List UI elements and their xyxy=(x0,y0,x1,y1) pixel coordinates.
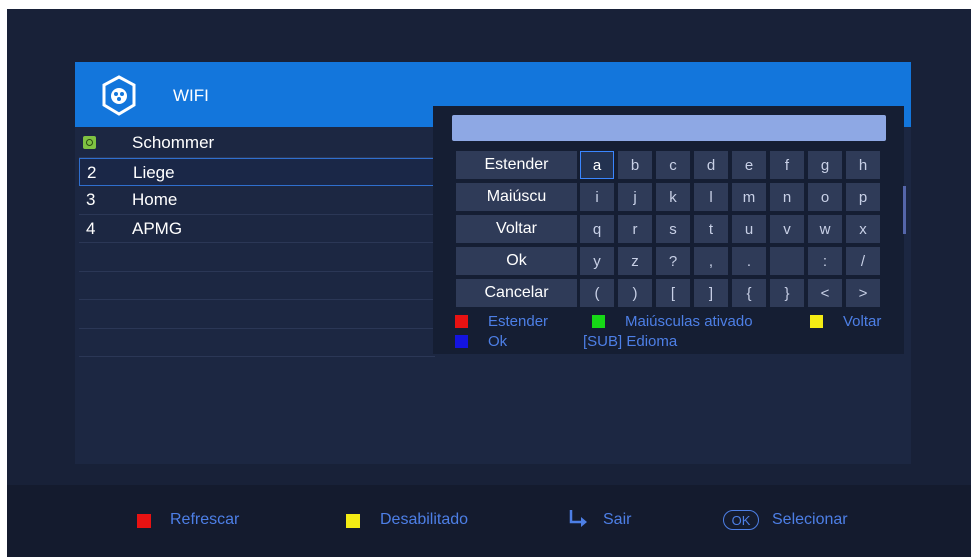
keyboard-key[interactable]: d xyxy=(694,151,728,179)
panel-title: WIFI xyxy=(173,86,209,105)
keyboard-key[interactable]: r xyxy=(618,215,652,243)
keyboard-key[interactable]: t xyxy=(694,215,728,243)
select-label[interactable]: Selecionar xyxy=(772,511,848,529)
keyboard-key[interactable]: q xyxy=(580,215,614,243)
keyboard-key[interactable]: : xyxy=(808,247,842,275)
yellow-key-icon xyxy=(810,315,823,328)
keyboard-action-button[interactable]: Estender xyxy=(456,151,577,179)
network-list: Schommer 2 Liege 3 Home 4 APMG xyxy=(79,129,435,357)
keyboard-key[interactable]: / xyxy=(846,247,880,275)
keyboard-key[interactable]: u xyxy=(732,215,766,243)
keyboard-key[interactable]: y xyxy=(580,247,614,275)
legend-red-label: Estender xyxy=(488,313,549,330)
keyboard-key[interactable]: s xyxy=(656,215,690,243)
keyboard-key[interactable]: [ xyxy=(656,279,690,307)
keyboard-key[interactable]: } xyxy=(770,279,804,307)
keyboard-action-button[interactable]: Maiúscu xyxy=(456,183,577,211)
keyboard-key[interactable]: ] xyxy=(694,279,728,307)
empty-network-row xyxy=(79,329,435,357)
keyboard-key[interactable]: { xyxy=(732,279,766,307)
keyboard-key[interactable]: j xyxy=(618,183,652,211)
legend-green-label: Maiúsculas ativado xyxy=(625,313,753,330)
keyboard-key[interactable]: f xyxy=(770,151,804,179)
keyboard-key[interactable]: b xyxy=(618,151,652,179)
network-name: Liege xyxy=(133,162,175,182)
keyboard-text-input[interactable] xyxy=(452,115,886,141)
legend-blue-label: Ok xyxy=(488,333,508,350)
keyboard-key[interactable]: a xyxy=(580,151,614,179)
wifi-app-logo-icon xyxy=(102,75,136,116)
keyboard-action-button[interactable]: Voltar xyxy=(456,215,577,243)
keyboard-key[interactable]: e xyxy=(732,151,766,179)
network-name: Schommer xyxy=(132,133,215,152)
network-name: APMG xyxy=(132,218,183,238)
network-row[interactable]: Schommer xyxy=(79,129,435,158)
keyboard-key[interactable]: i xyxy=(580,183,614,211)
keyboard-key[interactable]: o xyxy=(808,183,842,211)
legend-sub-label: [SUB] Edioma xyxy=(583,333,678,350)
red-key-icon xyxy=(455,315,468,328)
keyboard-key[interactable]: l xyxy=(694,183,728,211)
exit-arrow-icon xyxy=(569,510,587,527)
red-key-icon xyxy=(137,514,151,528)
keyboard-key[interactable]: m xyxy=(732,183,766,211)
refresh-label[interactable]: Refrescar xyxy=(170,511,239,529)
network-name: Home xyxy=(132,190,178,209)
keyboard-key[interactable]: ( xyxy=(580,279,614,307)
legend-yellow-label: Voltar xyxy=(843,313,882,330)
keyboard-scrollbar[interactable] xyxy=(903,186,906,234)
network-row[interactable]: 4 APMG xyxy=(79,215,435,243)
keyboard-key[interactable]: < xyxy=(808,279,842,307)
keyboard-key[interactable]: p xyxy=(846,183,880,211)
keyboard-key[interactable]: v xyxy=(770,215,804,243)
green-key-icon xyxy=(592,315,605,328)
yellow-key-icon xyxy=(346,514,360,528)
keyboard-action-button[interactable]: Ok xyxy=(456,247,577,275)
keyboard-key[interactable]: k xyxy=(656,183,690,211)
keyboard-key[interactable]: w xyxy=(808,215,842,243)
keyboard-key[interactable]: g xyxy=(808,151,842,179)
keyboard-key[interactable]: > xyxy=(846,279,880,307)
keyboard-key[interactable]: z xyxy=(618,247,652,275)
keyboard-action-button[interactable]: Cancelar xyxy=(456,279,577,307)
ok-button-icon: OK xyxy=(723,510,759,530)
keyboard-key[interactable]: h xyxy=(846,151,880,179)
network-row[interactable]: 3 Home xyxy=(79,186,435,215)
network-number: 3 xyxy=(86,190,96,209)
connected-status-icon xyxy=(83,136,96,149)
keyboard-key[interactable]: n xyxy=(770,183,804,211)
blue-key-icon xyxy=(455,335,468,348)
empty-network-row xyxy=(79,272,435,300)
network-number: 4 xyxy=(86,218,96,238)
keyboard-key[interactable]: ) xyxy=(618,279,652,307)
exit-label[interactable]: Sair xyxy=(603,511,631,529)
empty-network-row xyxy=(79,300,435,329)
keyboard-key[interactable] xyxy=(770,247,804,275)
keyboard-key[interactable]: ? xyxy=(656,247,690,275)
keyboard-key[interactable]: . xyxy=(732,247,766,275)
network-row-selected[interactable]: 2 Liege xyxy=(79,157,435,186)
keyboard-key[interactable]: x xyxy=(846,215,880,243)
empty-network-row xyxy=(79,243,435,272)
network-number: 2 xyxy=(87,162,97,182)
keyboard-key[interactable]: c xyxy=(656,151,690,179)
keyboard-key[interactable]: , xyxy=(694,247,728,275)
disabled-label[interactable]: Desabilitado xyxy=(380,511,468,529)
